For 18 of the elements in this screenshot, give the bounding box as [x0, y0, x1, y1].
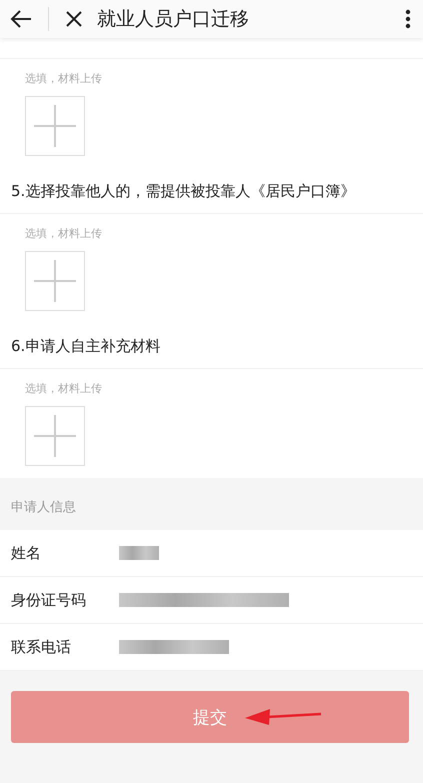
section-heading: 申请人信息: [10, 499, 77, 517]
upload-hint: 选填，材料上传: [25, 226, 103, 241]
upload-hint: 选填，材料上传: [25, 381, 103, 396]
upload-hint: 选填，材料上传: [25, 71, 103, 86]
plus-icon: [34, 260, 76, 302]
back-icon[interactable]: [10, 9, 32, 29]
submit-button[interactable]: 提交: [11, 691, 409, 743]
more-icon[interactable]: [405, 9, 411, 29]
upload-title: 6.申请人自主补充材料: [0, 323, 423, 369]
redacted-block: [119, 546, 159, 560]
plus-icon: [34, 415, 76, 457]
page-title: 就业人员户口迁移: [97, 7, 250, 32]
close-icon[interactable]: [65, 10, 83, 28]
field-label: 姓名: [11, 544, 42, 562]
field-label: 联系电话: [11, 638, 72, 656]
upload-title: 5.选择投靠他人的，需提供被投靠人《居民户口簿》: [0, 168, 423, 214]
field-label: 身份证号码: [11, 590, 87, 610]
plus-icon: [34, 105, 76, 147]
